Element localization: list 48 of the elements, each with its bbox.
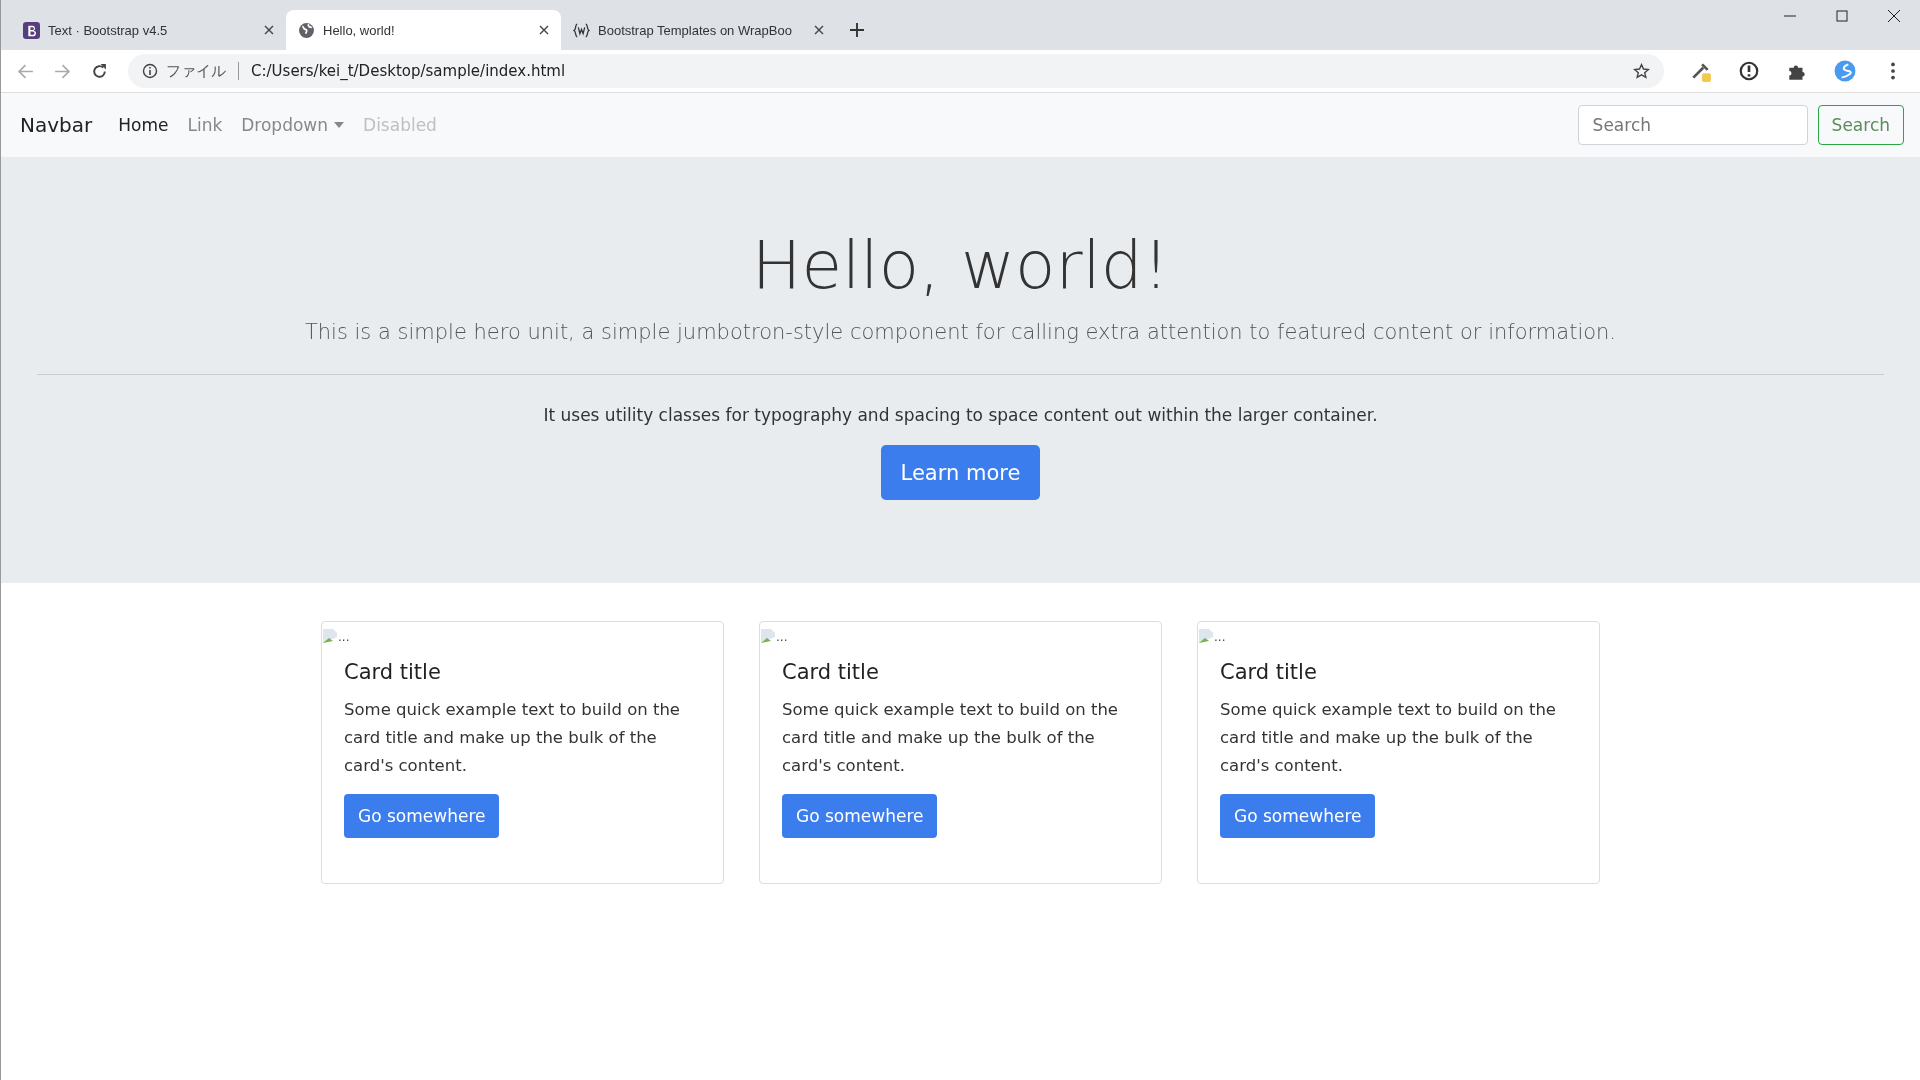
search-button[interactable]: Search: [1817, 105, 1904, 145]
braces-w-icon: [573, 21, 590, 39]
hero-text: It uses utility classes for typography and spacing to space content out within the larger container.: [543, 405, 1378, 425]
browser-tab[interactable]: Text · Bootstrap v4.5: [11, 10, 286, 50]
go-somewhere-button[interactable]: Go somewhere: [344, 794, 500, 839]
plus-icon[interactable]: [850, 23, 864, 37]
card-text: Some quick example text to build on the card title and make up the bulk of the card's content.: [782, 699, 1119, 778]
image-alt-text: ...: [1214, 630, 1226, 644]
nav-link[interactable]: Link: [187, 115, 223, 135]
learn-more-button[interactable]: Learn more: [880, 445, 1041, 500]
broken-image-icon: [760, 628, 776, 644]
hero-lead: This is a simple hero unit, a simple jumbotron-style component for calling extra attention to featured content or information.: [304, 320, 1617, 344]
circle-exclamation-icon[interactable]: [1738, 60, 1760, 82]
maximize-icon[interactable]: [1836, 10, 1848, 22]
scheme-label: ファイル: [166, 61, 226, 81]
profile-avatar-icon[interactable]: [1834, 60, 1856, 82]
go-somewhere-button[interactable]: Go somewhere: [1220, 794, 1376, 839]
globe-icon: [298, 21, 315, 39]
url-text: C:/Users/kei_t/Desktop/sample/index.html: [251, 62, 566, 80]
nav-link[interactable]: Dropdown: [241, 115, 345, 135]
search-field[interactable]: Search: [1577, 105, 1808, 145]
browser-tab[interactable]: Hello, world!: [286, 10, 561, 50]
star-icon[interactable]: [1633, 62, 1650, 80]
hero-title: Hello, world!: [751, 227, 1170, 304]
navbar-brand[interactable]: Navbar: [20, 113, 93, 137]
close-icon[interactable]: [539, 25, 549, 35]
card-title: Card title: [782, 660, 880, 684]
go-somewhere-button[interactable]: Go somewhere: [782, 794, 938, 839]
card-text: Some quick example text to build on the card title and make up the bulk of the card's content.: [1220, 699, 1557, 778]
broken-image-icon: [322, 628, 338, 644]
tab-title: Hello, world!: [323, 22, 396, 38]
image-alt-text: ...: [338, 630, 350, 644]
card-text: Some quick example text to build on the card title and make up the bulk of the card's content.: [344, 699, 681, 778]
card-title: Card title: [344, 660, 442, 684]
nav-link[interactable]: Home: [118, 115, 169, 135]
reload-icon[interactable]: [91, 62, 108, 80]
tab-title: Text · Bootstrap v4.5: [48, 22, 169, 38]
broken-image-icon: [1198, 628, 1214, 644]
close-icon[interactable]: [1888, 10, 1900, 22]
address-field[interactable]: ファイル C:/Users/kei_t/Desktop/sample/index.html: [128, 54, 1664, 88]
info-icon: [142, 63, 158, 79]
bootstrap-logo-icon: [23, 21, 40, 39]
close-icon[interactable]: [264, 25, 274, 35]
browser-tab[interactable]: Bootstrap Templates on WrapBoo: [561, 10, 836, 50]
card-title: Card title: [1220, 660, 1318, 684]
close-icon[interactable]: [814, 25, 824, 35]
tab-title: Bootstrap Templates on WrapBoo: [598, 22, 793, 38]
image-alt-text: ...: [776, 630, 788, 644]
